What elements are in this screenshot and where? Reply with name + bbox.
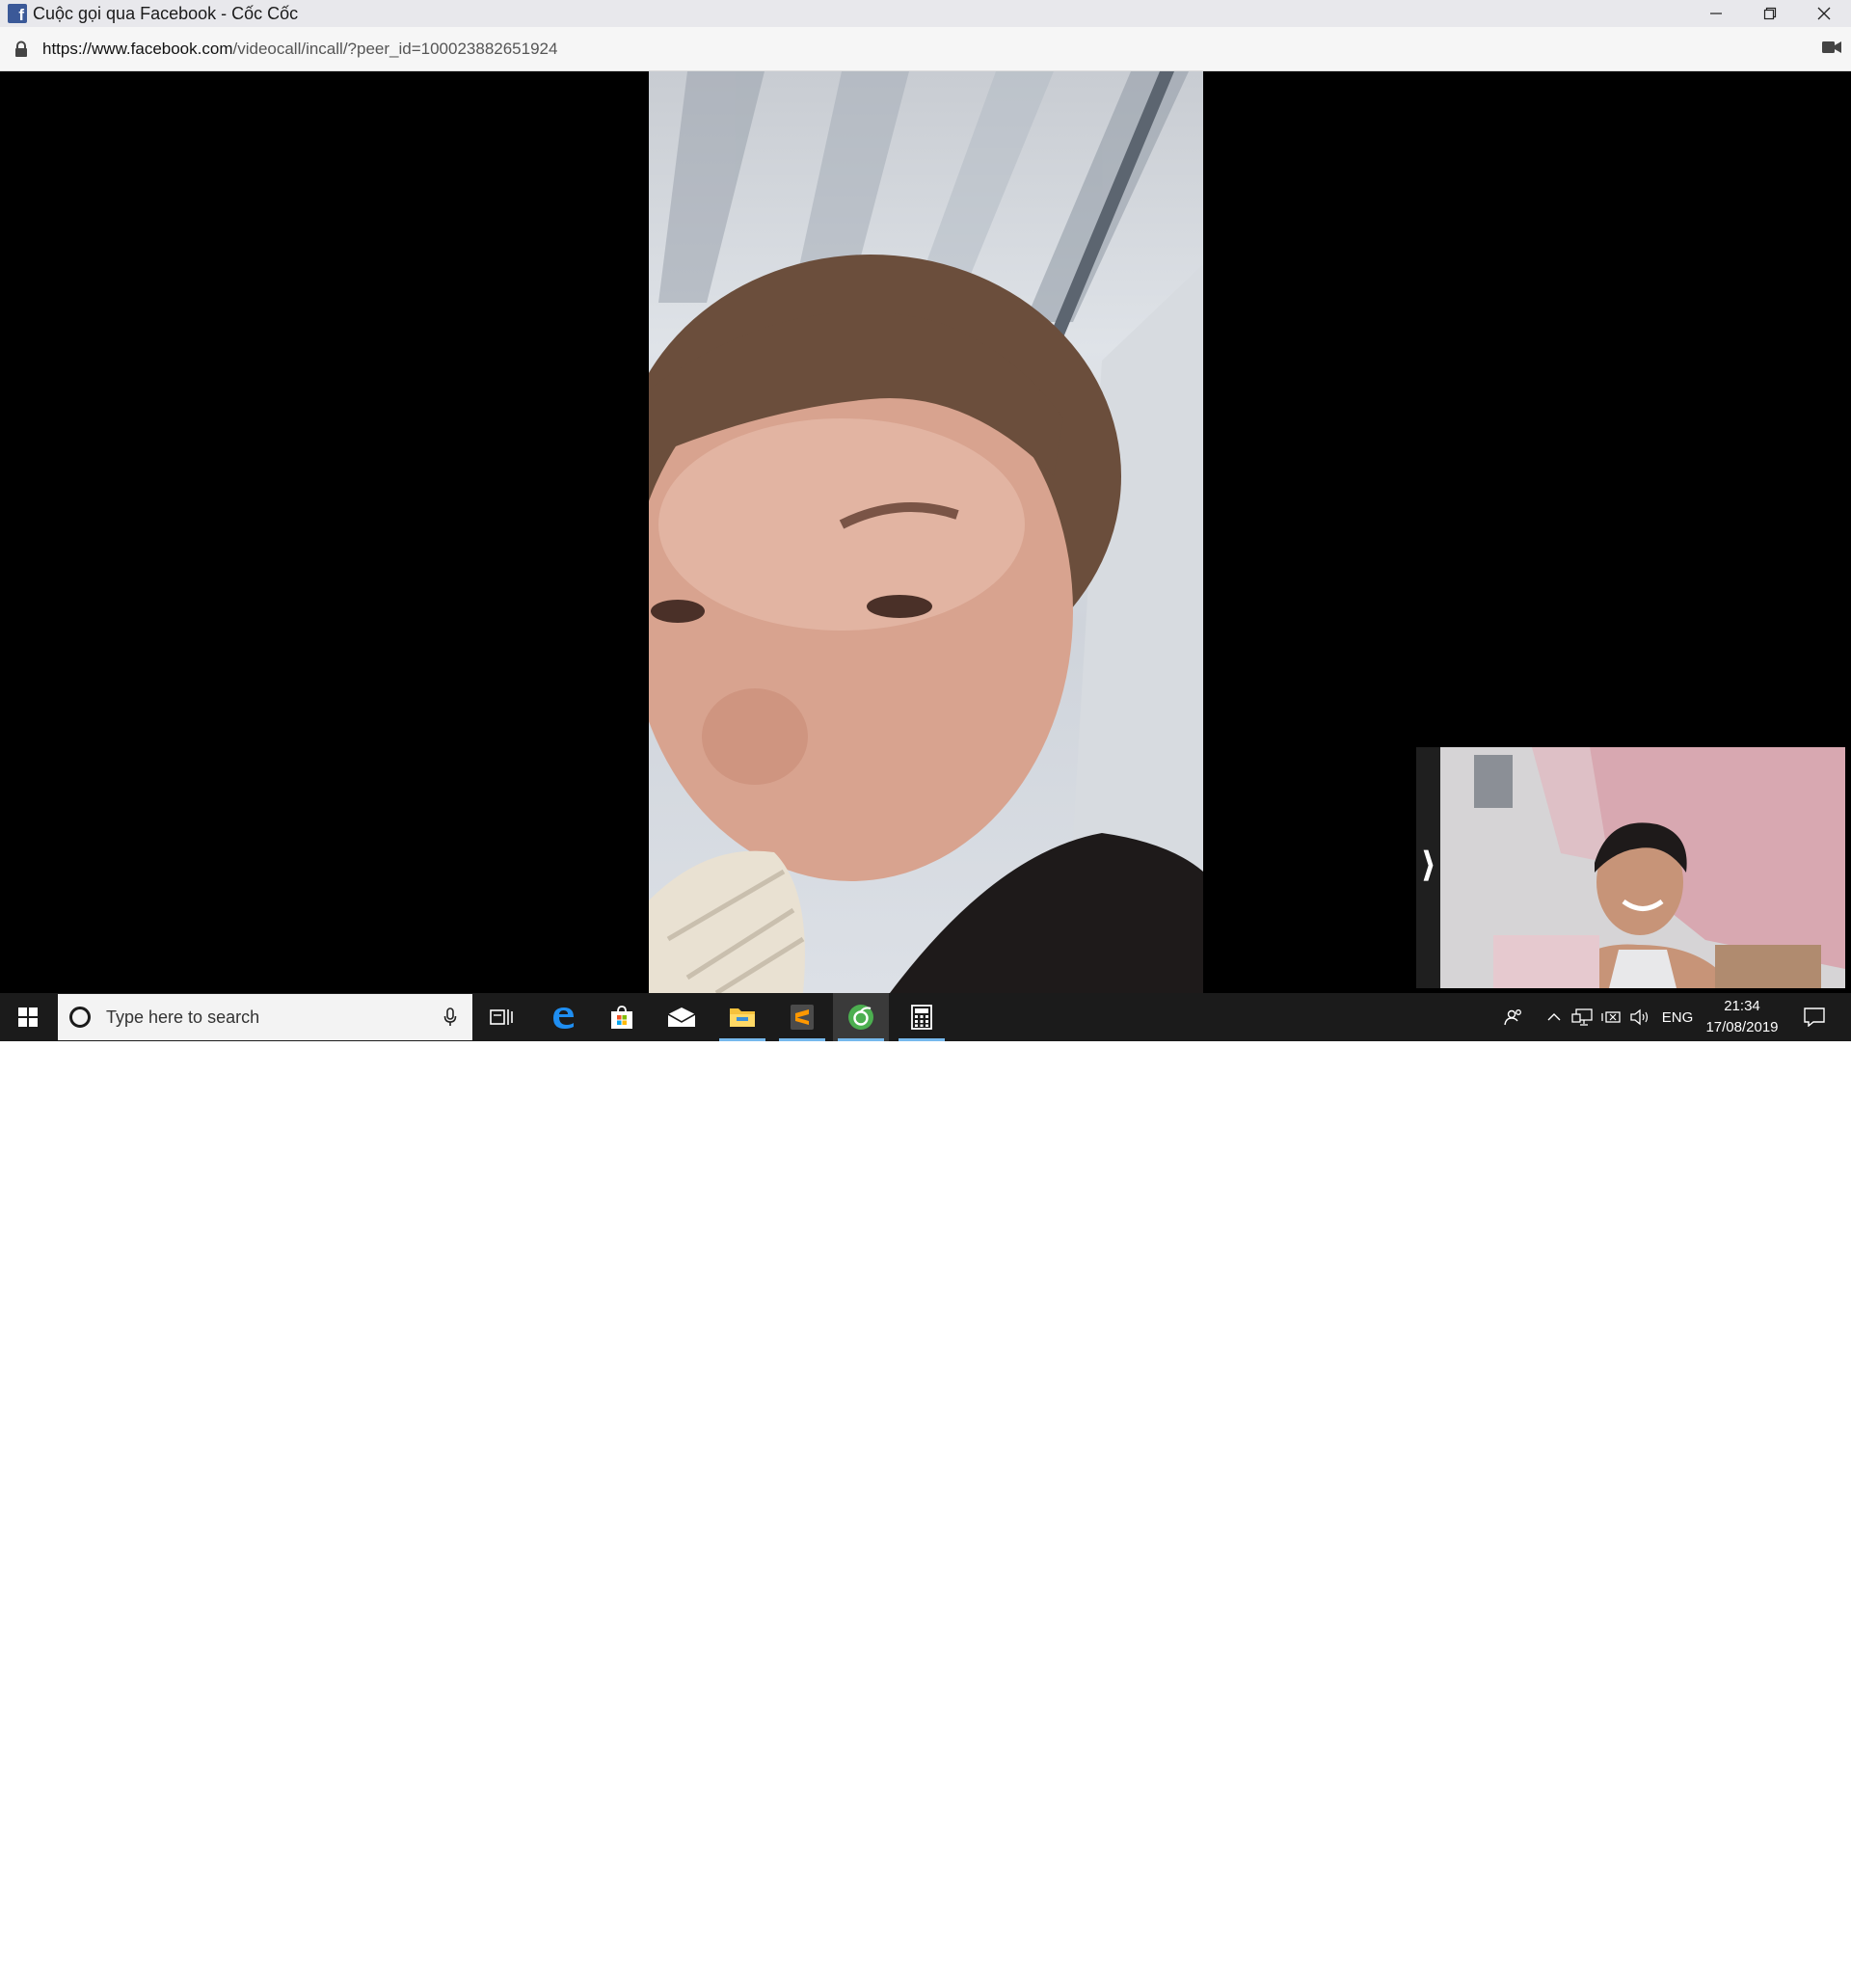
- windows-taskbar: Type here to search ENG 21:34 17/08/2019: [0, 993, 1851, 1041]
- lock-icon: [15, 40, 27, 57]
- taskbar-app-calculator[interactable]: [894, 993, 950, 1041]
- edge-icon: [553, 1007, 574, 1029]
- clock-date: 17/08/2019: [1705, 1019, 1779, 1035]
- window-title: Cuộc gọi qua Facebook - Cốc Cốc: [33, 3, 299, 23]
- sublime-text-icon: [791, 1005, 814, 1030]
- task-view-button[interactable]: [473, 993, 529, 1041]
- minimize-button[interactable]: [1689, 0, 1743, 27]
- microphone-icon[interactable]: [443, 1007, 457, 1027]
- battery-icon: [1601, 1011, 1621, 1023]
- window-title-bar: f Cuộc gọi qua Facebook - Cốc Cốc: [0, 0, 1851, 27]
- network-button[interactable]: [1569, 993, 1595, 1041]
- taskbar-app-sublime-text[interactable]: [774, 993, 830, 1041]
- cortana-icon: [69, 1007, 91, 1028]
- speaker-icon: [1630, 1008, 1649, 1026]
- start-button[interactable]: [0, 993, 56, 1041]
- address-bar[interactable]: https://www.facebook.com/videocall/incal…: [0, 27, 1851, 71]
- url-path: /videocall/incall/?peer_id=1000238826519…: [232, 39, 558, 58]
- notifications-icon: [1804, 1007, 1825, 1027]
- battery-button[interactable]: [1598, 993, 1623, 1041]
- network-icon: [1571, 1008, 1593, 1026]
- task-view-icon: [490, 1009, 513, 1025]
- windows-logo-icon: [18, 1007, 38, 1027]
- close-button[interactable]: [1797, 0, 1851, 27]
- show-hidden-icons-button[interactable]: [1542, 993, 1566, 1041]
- url-host: https://www.facebook.com: [42, 39, 233, 58]
- coc-coc-browser-icon: [848, 1005, 873, 1030]
- folder-icon: [730, 1008, 755, 1027]
- input-language-button[interactable]: ENG: [1658, 993, 1697, 1041]
- taskbar-search-box[interactable]: Type here to search: [58, 994, 472, 1040]
- language-indicator: ENG: [1661, 1008, 1694, 1026]
- restore-button[interactable]: [1743, 0, 1797, 27]
- calculator-icon: [911, 1005, 932, 1030]
- store-icon: [611, 1006, 632, 1029]
- volume-button[interactable]: [1627, 993, 1652, 1041]
- action-center-button[interactable]: [1795, 993, 1834, 1041]
- remote-participant-video: [649, 71, 1203, 993]
- facebook-favicon-icon: f: [8, 4, 27, 23]
- close-icon: [1817, 7, 1831, 20]
- url-text[interactable]: https://www.facebook.com/videocall/incal…: [42, 40, 557, 59]
- self-preview-video: [1416, 747, 1845, 988]
- collapse-preview-button[interactable]: ⟩: [1416, 846, 1441, 885]
- clock-time: 21:34: [1724, 998, 1760, 1014]
- people-icon: [1504, 1009, 1521, 1026]
- restore-icon: [1763, 7, 1777, 20]
- mail-icon: [667, 1007, 696, 1027]
- camera-permission-icon[interactable]: [1822, 40, 1841, 55]
- taskbar-app-file-explorer[interactable]: [714, 993, 770, 1041]
- taskbar-app-coc-coc[interactable]: [833, 993, 889, 1041]
- taskbar-app-edge[interactable]: [535, 993, 591, 1041]
- video-call-stage: ⟩: [0, 71, 1851, 993]
- taskbar-app-mail[interactable]: [654, 993, 710, 1041]
- clock: 21:34 17/08/2019: [1705, 996, 1778, 1038]
- clock-button[interactable]: 21:34 17/08/2019: [1699, 993, 1785, 1041]
- taskbar-app-store[interactable]: [594, 993, 650, 1041]
- search-placeholder: Type here to search: [106, 1007, 260, 1027]
- minimize-icon: [1710, 13, 1722, 14]
- chevron-up-icon: [1547, 1013, 1561, 1021]
- people-button[interactable]: [1496, 993, 1531, 1041]
